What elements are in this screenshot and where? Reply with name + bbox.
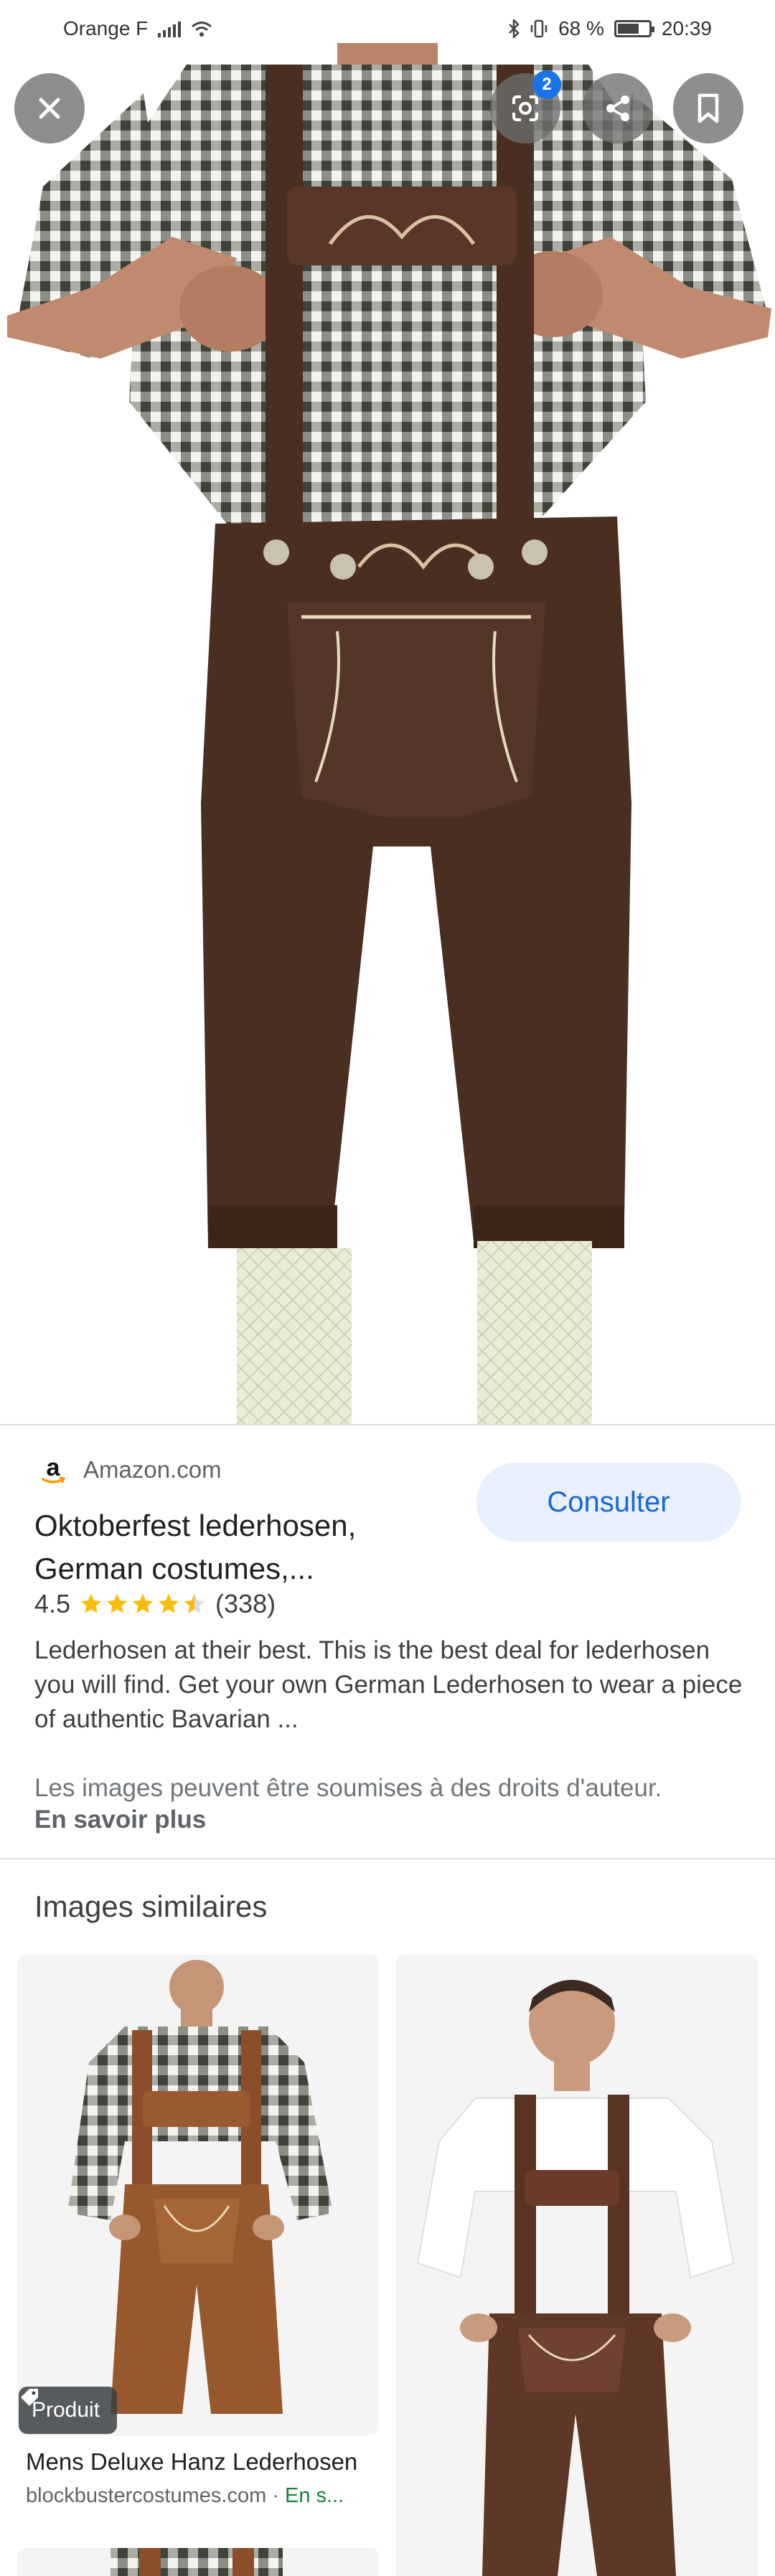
save-button[interactable] (673, 73, 743, 143)
share-button[interactable] (583, 73, 653, 143)
close-icon (39, 98, 60, 119)
similar-image-thumbnail (17, 1955, 379, 2435)
amazon-logo: a (36, 1453, 70, 1487)
stock-status: En s... (285, 2484, 344, 2507)
result-title-line-1: Oktoberfest lederhosen, (34, 1509, 357, 1542)
source-row[interactable]: a Amazon.com (36, 1453, 222, 1487)
battery-percent: 68 % (558, 17, 604, 39)
bluetooth-icon (509, 19, 520, 38)
share-icon (606, 95, 629, 121)
vibrate-icon (530, 19, 548, 38)
learn-more-link[interactable]: En savoir plus (34, 1806, 206, 1834)
similar-image-card[interactable]: Produit (17, 1955, 379, 2435)
similar-image-source: blockbustercostumes.com · En s... (26, 2484, 377, 2508)
copyright-notice: Les images peuvent être soumises à des d… (34, 1774, 662, 1802)
similar-image-domain: blockbustercostumes.com · (26, 2484, 286, 2507)
star-icon (184, 1593, 205, 1613)
result-title-line-2: German costumes,... (34, 1552, 314, 1585)
similar-images-heading: Images similaires (34, 1889, 268, 1923)
clock: 20:39 (661, 17, 712, 39)
star-icon (158, 1593, 179, 1613)
result-info-panel: a Amazon.com Consulter Oktoberfest leder… (0, 1424, 775, 1858)
product-chip: Produit (19, 2387, 118, 2434)
bookmark-icon (698, 93, 719, 123)
product-chip-label: Produit (32, 2398, 100, 2422)
signal-icon (158, 20, 182, 37)
status-bar: Orange F 68 % 20:39 (0, 0, 775, 57)
rating-value: 4.5 (34, 1589, 71, 1618)
similar-image-card[interactable] (17, 2548, 379, 2576)
similar-image-thumbnail (17, 2548, 379, 2576)
lederhosen-photo (7, 43, 771, 1424)
star-icon (132, 1593, 154, 1613)
lens-badge: 2 (532, 70, 561, 99)
wifi-icon (192, 22, 212, 37)
google-lens-icon (512, 95, 538, 121)
source-name: Amazon.com (83, 1456, 222, 1483)
result-description: Lederhosen at their best. This is the be… (34, 1636, 743, 1733)
similar-image-caption[interactable]: Mens Deluxe Hanz Lederhosen blockbusterc… (26, 2448, 377, 2508)
visit-button[interactable]: Consulter (476, 1463, 741, 1542)
close-button[interactable] (14, 73, 85, 143)
tag-icon (21, 2389, 38, 2406)
review-count: (338) (215, 1589, 276, 1618)
rating-row: 4.5 (338) (34, 1589, 276, 1619)
star-icon (80, 1593, 102, 1613)
result-title[interactable]: Oktoberfest lederhosen, German costumes,… (34, 1504, 436, 1590)
main-image[interactable]: 2 (0, 0, 775, 1424)
rating-stars (79, 1592, 207, 1616)
battery-icon (614, 20, 654, 37)
similar-image-card[interactable] (396, 1955, 758, 2576)
similar-image-thumbnail (396, 1955, 758, 2576)
carrier-name: Orange F (63, 17, 149, 39)
star-icon (106, 1593, 128, 1613)
svg-text:a: a (47, 1454, 61, 1481)
similar-image-title: Mens Deluxe Hanz Lederhosen (26, 2448, 358, 2475)
